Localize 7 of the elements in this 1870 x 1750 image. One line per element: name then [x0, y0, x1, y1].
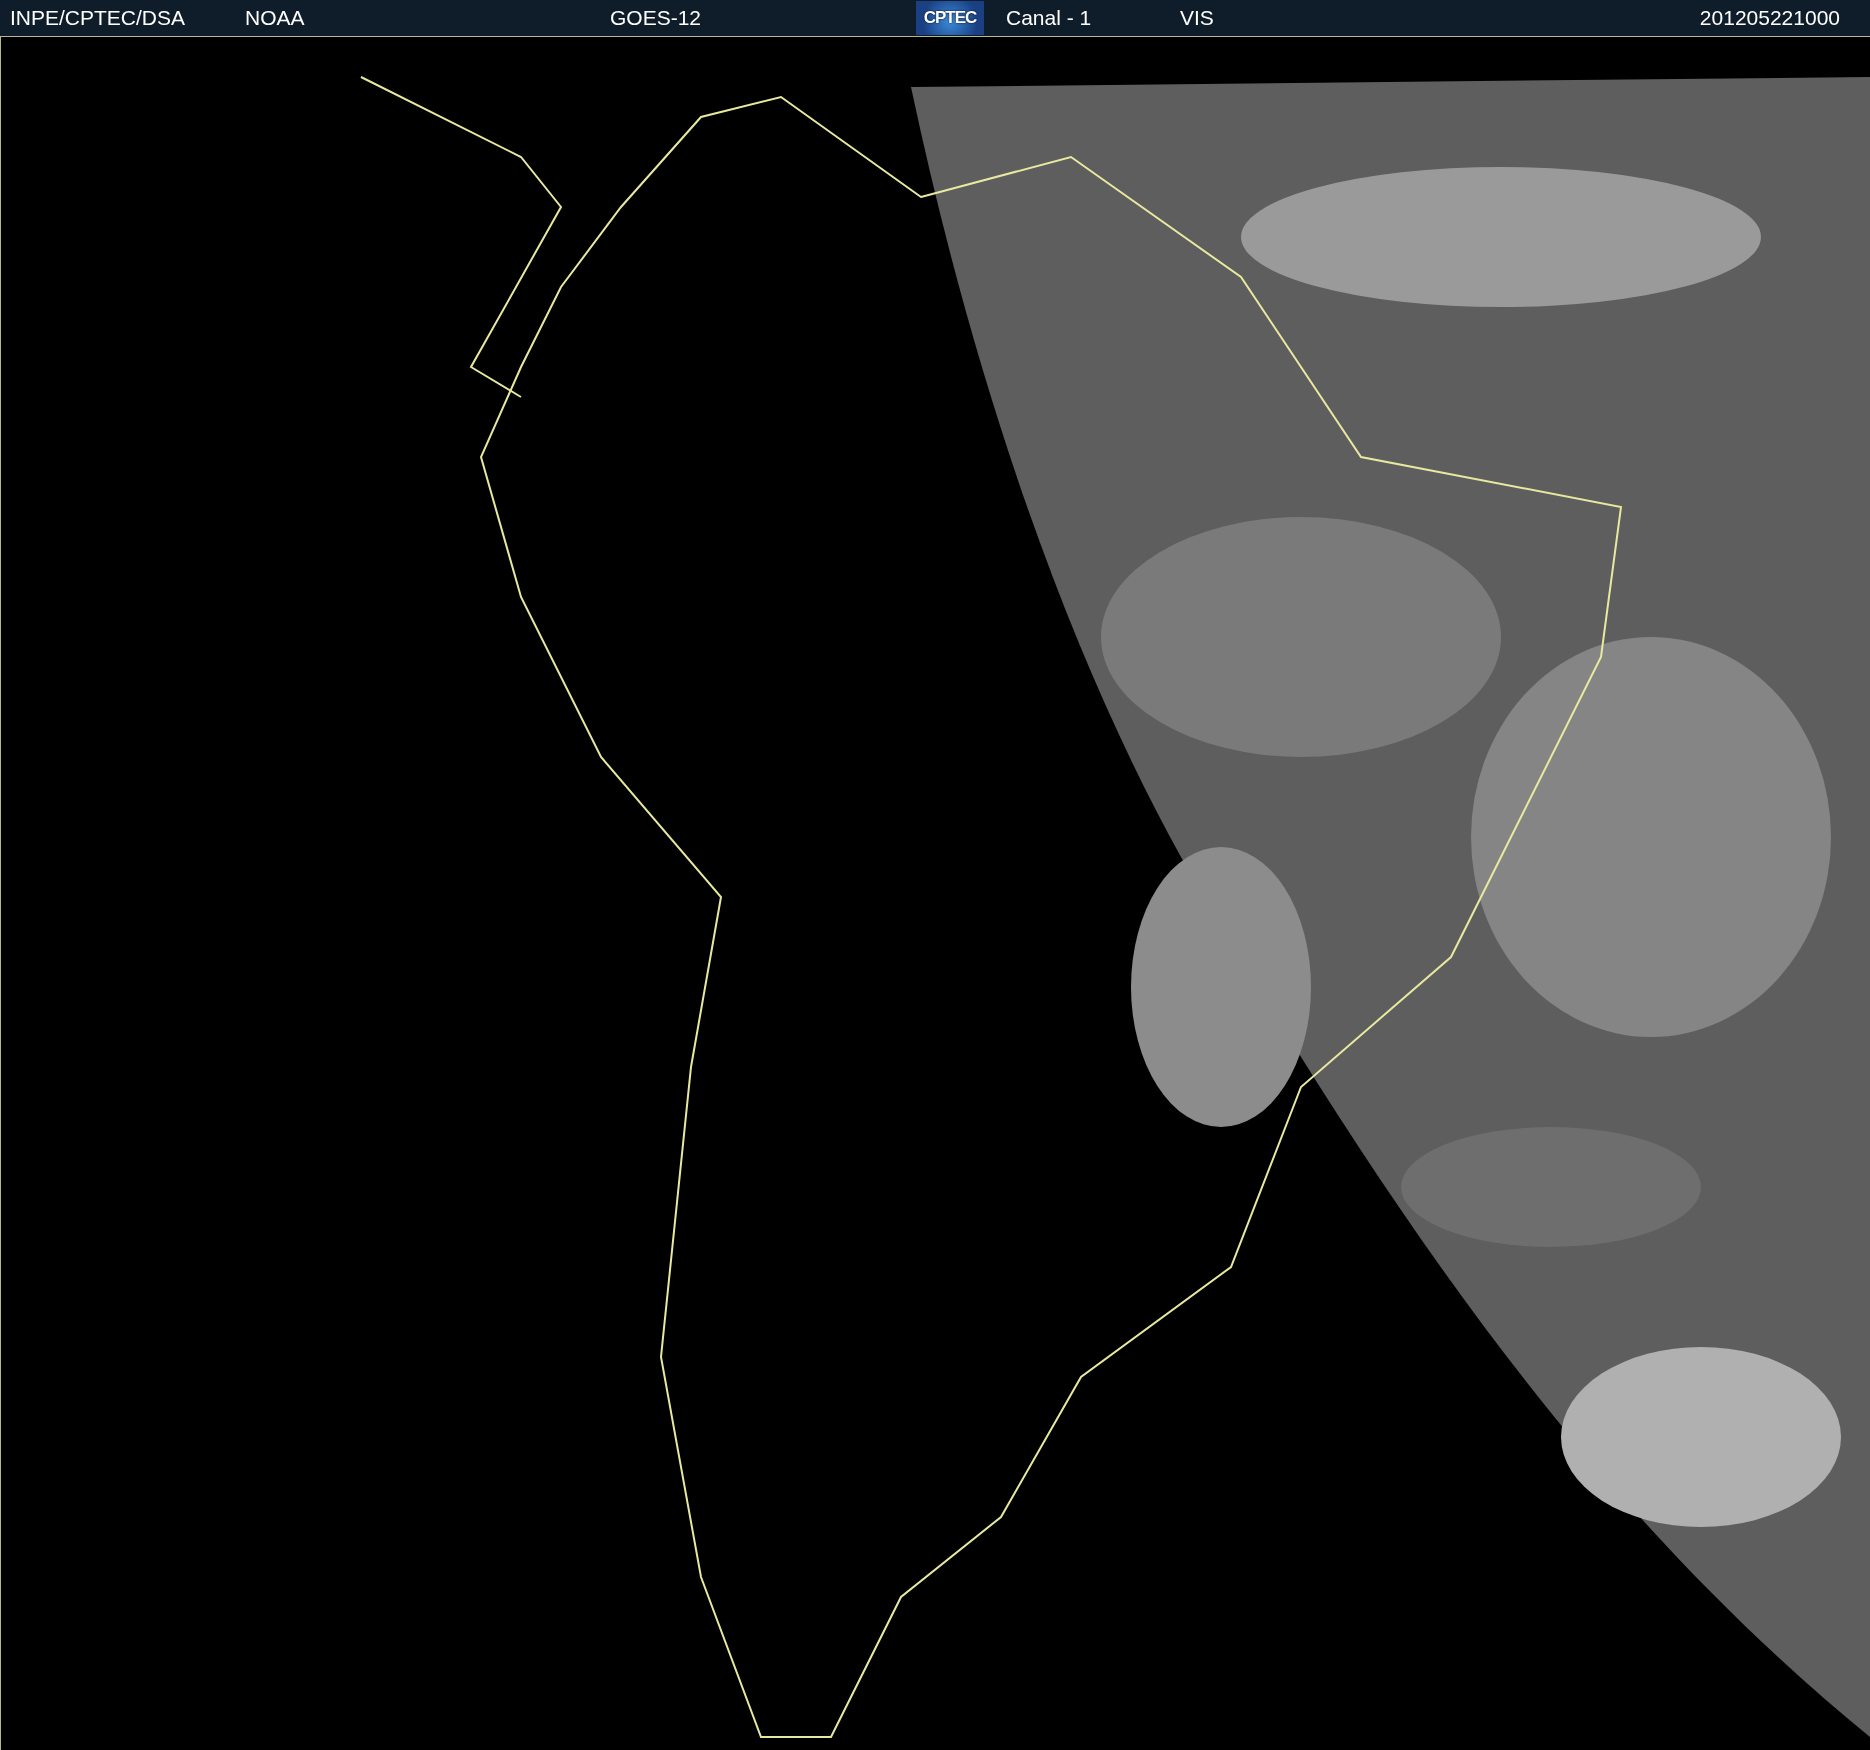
- satellite-label: GOES-12: [609, 6, 703, 30]
- logo: CPTEC: [916, 1, 984, 35]
- agency-label: NOAA: [245, 6, 306, 30]
- band-label: VIS: [1179, 6, 1215, 30]
- channel-label: Canal - 1: [1005, 6, 1093, 30]
- source-label: INPE/CPTEC/DSA: [9, 6, 187, 30]
- timestamp: 201205221000: [1699, 6, 1841, 30]
